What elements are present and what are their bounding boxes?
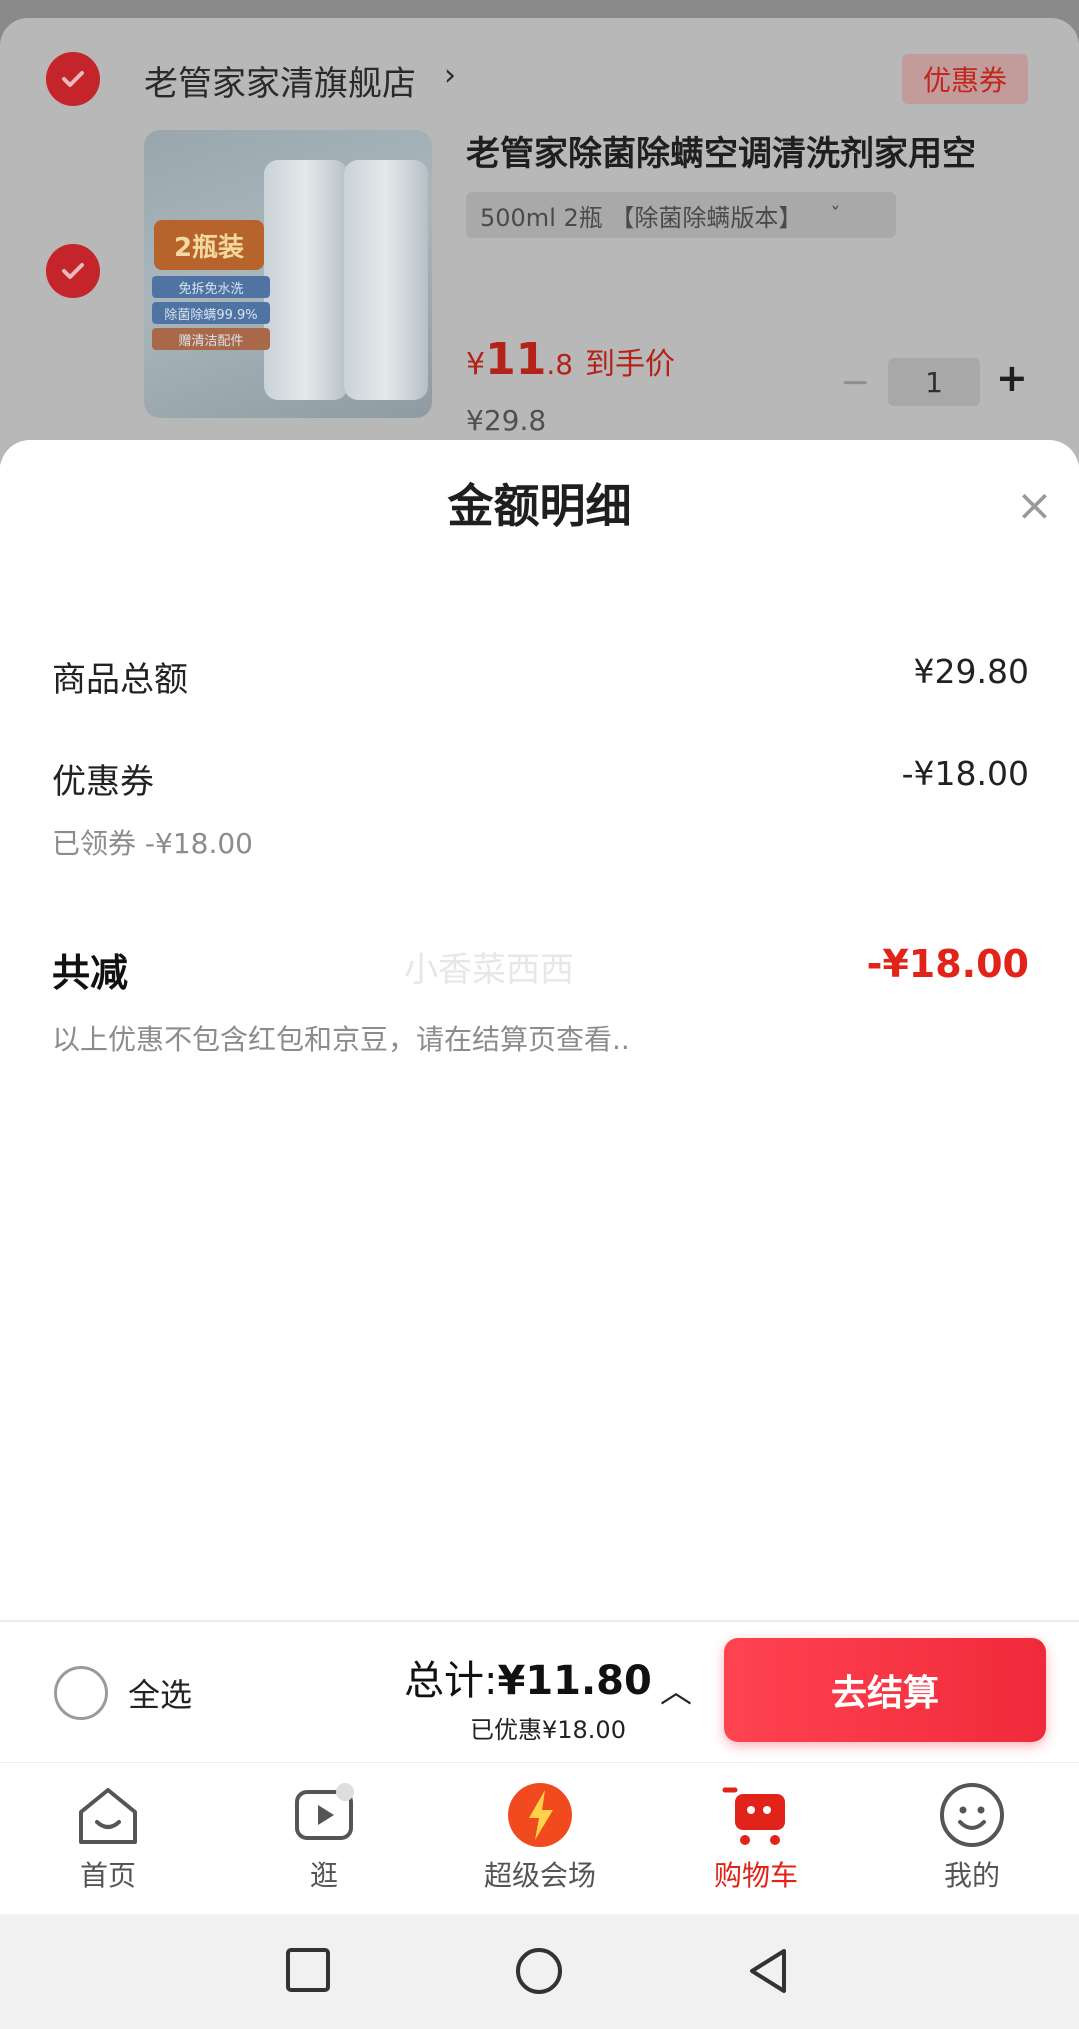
tab-label: 我的 — [943, 1859, 1000, 1892]
tab-super-venue[interactable]: 超级会场 — [460, 1780, 620, 1894]
cart-icon — [722, 1787, 785, 1845]
quantity-plus-button[interactable]: + — [996, 356, 1028, 400]
goods-total-label: 商品总额 — [52, 660, 188, 700]
quantity-minus-button[interactable]: − — [840, 362, 870, 403]
coupon-label: 优惠券 — [52, 762, 154, 802]
quantity-input[interactable]: 1 — [888, 358, 980, 406]
total-reduce-label: 共减 — [52, 951, 129, 995]
product-check-icon[interactable] — [46, 244, 100, 298]
product-image[interactable]: 2瓶装 免拆免水洗 除菌除螨99.9% 赠清洁配件 — [144, 130, 432, 418]
tab-label: 购物车 — [713, 1859, 798, 1892]
home-icon — [79, 1788, 137, 1844]
tab-home[interactable]: 首页 — [28, 1780, 188, 1894]
total-reduce-value: -¥18.00 — [866, 942, 1029, 986]
sum-total: 总计:¥11.80 — [404, 1648, 652, 1706]
product-can-image — [344, 160, 428, 400]
home-nav-icon[interactable] — [514, 1946, 564, 1996]
product-title[interactable]: 老管家除菌除螨空调清洗剂家用空 — [466, 126, 1046, 175]
store-arrow-icon[interactable]: › — [444, 58, 456, 93]
close-icon[interactable]: × — [1016, 480, 1053, 531]
sku-text: 500ml 2瓶 【除菌除螨版本】 — [480, 203, 803, 232]
sheet-title: 金额明细 — [447, 479, 632, 533]
price-integer: 11 — [485, 334, 547, 385]
goods-total-value: ¥29.80 — [913, 652, 1029, 691]
recent-apps-icon[interactable] — [284, 1946, 334, 1996]
tab-label: 首页 — [79, 1859, 136, 1892]
product-strip: 除菌除螨99.9% — [152, 302, 270, 324]
price-currency: ¥ — [466, 347, 486, 382]
tab-cart[interactable]: 购物车 — [676, 1780, 836, 1894]
discount-note: 以上优惠不包含红包和京豆，请在结算页查看.. — [52, 1023, 630, 1056]
super-venue-icon — [508, 1783, 572, 1847]
price-decimal: .8 — [546, 348, 574, 381]
watermark: 小香菜西西 — [404, 950, 574, 990]
tab-browse[interactable]: 逛 — [244, 1780, 404, 1894]
tab-profile[interactable]: 我的 — [892, 1780, 1052, 1894]
checkout-button[interactable]: 去结算 — [724, 1638, 1046, 1742]
sum-saved: 已优惠¥18.00 — [470, 1716, 626, 1744]
select-all-label[interactable]: 全选 — [128, 1670, 192, 1716]
price-final: ¥11.8 到手价 — [466, 334, 675, 385]
profile-icon — [940, 1783, 1004, 1847]
select-all-radio[interactable] — [54, 1666, 108, 1720]
tab-label: 逛 — [309, 1859, 338, 1892]
price-original: ¥29.8 — [466, 404, 547, 437]
chevron-up-icon[interactable]: ︿ — [660, 1666, 692, 1712]
price-tail-label: 到手价 — [585, 347, 676, 382]
store-name[interactable]: 老管家家清旗舰店 — [144, 56, 416, 105]
chevron-down-icon: ˇ — [830, 203, 841, 227]
tab-label: 超级会场 — [483, 1859, 596, 1892]
sku-selector[interactable]: 500ml 2瓶 【除菌除螨版本】 ˇ — [466, 192, 896, 238]
product-strip: 免拆免水洗 — [152, 276, 270, 298]
product-can-image — [264, 160, 348, 400]
coupon-sub-label: 已领券 -¥18.00 — [52, 827, 253, 860]
coupon-value: -¥18.00 — [901, 754, 1029, 793]
video-icon — [295, 1783, 354, 1840]
product-badge: 2瓶装 — [154, 220, 264, 270]
coupon-tag-button[interactable]: 优惠券 — [902, 54, 1028, 104]
sum-total-value: ¥11.80 — [497, 1658, 652, 1704]
product-strip: 赠清洁配件 — [152, 328, 270, 350]
store-check-icon[interactable] — [46, 52, 100, 106]
sum-total-label: 总计: — [404, 1658, 498, 1704]
back-icon[interactable] — [744, 1946, 794, 1996]
